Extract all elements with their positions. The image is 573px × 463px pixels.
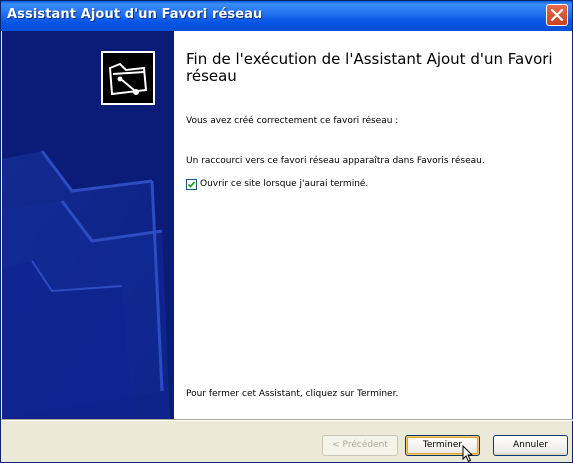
mouse-cursor-icon xyxy=(462,445,474,463)
title-bar[interactable]: Assistant Ajout d'un Favori réseau xyxy=(1,1,572,31)
close-icon xyxy=(551,9,563,21)
close-button[interactable] xyxy=(546,4,568,26)
open-site-label[interactable]: Ouvrir ce site lorsque j'aurai terminé. xyxy=(200,179,368,189)
cancel-button[interactable]: Annuler xyxy=(493,435,568,456)
back-button[interactable]: < Précédent xyxy=(322,435,398,456)
wizard-sidebar xyxy=(2,31,174,419)
checkmark-icon xyxy=(187,181,196,188)
wizard-content: Fin de l'exécution de l'Assistant Ajout … xyxy=(174,31,572,419)
shortcut-text: Un raccourci vers ce favori réseau appar… xyxy=(186,156,485,166)
page-title: Fin de l'exécution de l'Assistant Ajout … xyxy=(186,50,553,85)
footer-text: Pour fermer cet Assistant, cliquez sur T… xyxy=(186,389,399,399)
wizard-window: Assistant Ajout d'un Favori réseau Fin d… xyxy=(0,0,573,463)
created-text: Vous avez créé correctement ce favori ré… xyxy=(186,116,399,126)
button-divider xyxy=(1,419,573,421)
window-title: Assistant Ajout d'un Favori réseau xyxy=(7,7,263,22)
network-folder-icon xyxy=(101,51,155,105)
network-place-logo xyxy=(100,50,156,106)
open-site-checkbox[interactable] xyxy=(186,179,197,190)
